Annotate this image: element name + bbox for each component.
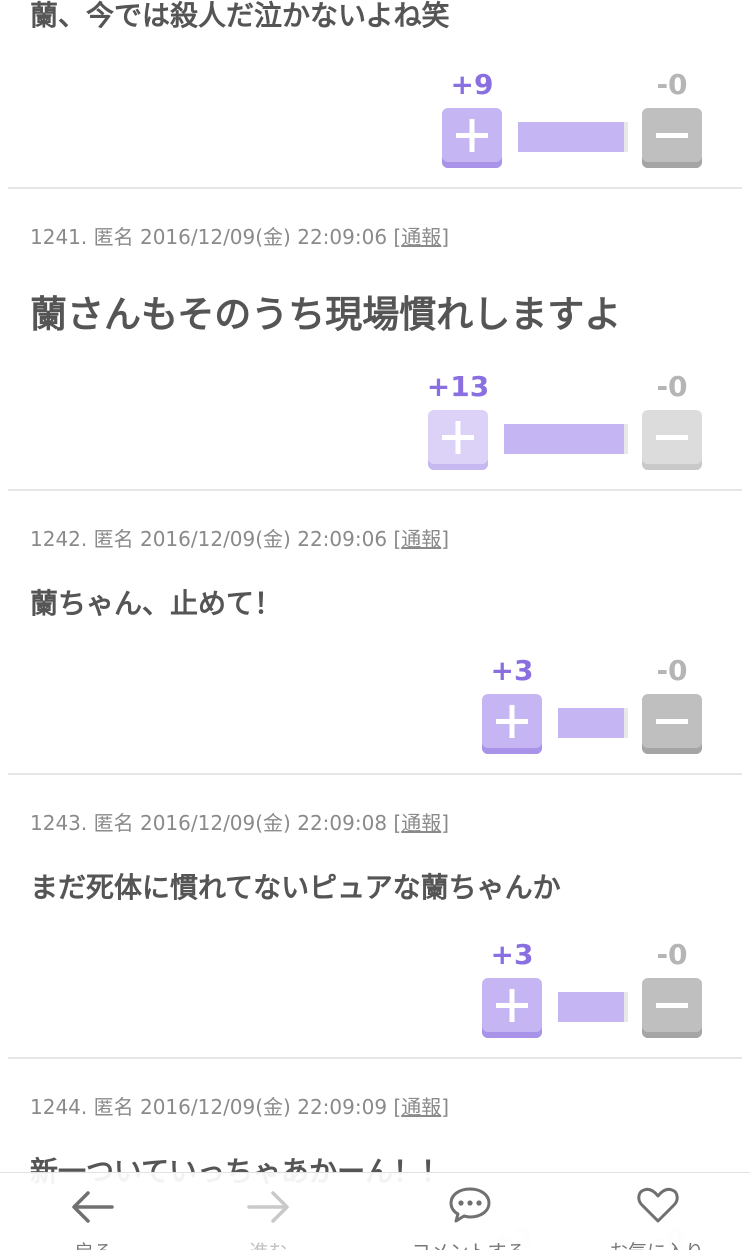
nav-forward-button[interactable]: 進む: [175, 1173, 362, 1250]
plus-icon: [496, 989, 528, 1022]
bottom-nav: 戻る 進む コメントする お気に入り: [0, 1172, 750, 1250]
plus-vote-button[interactable]: [442, 108, 502, 168]
comment-date: 2016/12/09(金) 22:09:06: [139, 225, 388, 249]
nav-favorite-label: お気に入り: [563, 1237, 750, 1250]
comment-number: 1244.: [30, 1095, 88, 1119]
comment-meta: 1244. 匿名 2016/12/09(金) 22:09:09 [通報]: [30, 1091, 449, 1120]
comment-number: 1242.: [30, 527, 88, 551]
comment-date: 2016/12/09(金) 22:09:08: [139, 811, 388, 835]
vote-ratio-bar: [518, 122, 628, 152]
minus-vote-button[interactable]: [642, 694, 702, 754]
comment-author: 匿名: [93, 811, 134, 835]
minus-vote-count: -0: [656, 370, 688, 403]
minus-vote-button[interactable]: [642, 108, 702, 168]
comment-meta: 1241. 匿名 2016/12/09(金) 22:09:06 [通報]: [30, 221, 449, 250]
arrow-right-icon: [247, 1191, 289, 1223]
nav-back-label: 戻る: [0, 1237, 187, 1250]
comment-thread-page: 蘭、今では殺人だ泣かないよね笑 +9 -0 1241. 匿名 2016/12/0…: [0, 0, 750, 1250]
comment-body: まだ死体に慣れてないピュアな蘭ちゃんか: [30, 871, 561, 904]
divider: [8, 187, 742, 189]
comment-number: 1241.: [30, 225, 88, 249]
plus-vote-button[interactable]: [428, 410, 488, 470]
minus-icon: [656, 719, 688, 724]
divider: [8, 773, 742, 775]
report-link[interactable]: 通報: [401, 225, 441, 249]
plus-icon: [442, 421, 474, 454]
plus-icon: [456, 119, 488, 152]
speech-bubble-icon: [449, 1187, 491, 1223]
nav-favorite-button[interactable]: お気に入り: [563, 1173, 750, 1250]
plus-vote-count: +3: [490, 654, 534, 687]
vote-ratio-bar: [558, 708, 628, 738]
comment-body: 蘭さんもそのうち現場慣れしますよ: [30, 293, 622, 336]
minus-icon: [656, 1003, 688, 1008]
report-link[interactable]: 通報: [401, 527, 441, 551]
nav-back-button[interactable]: 戻る: [0, 1173, 187, 1250]
plus-vote-button[interactable]: [482, 978, 542, 1038]
vote-ratio-bar: [558, 992, 628, 1022]
comment-date: 2016/12/09(金) 22:09:06: [139, 527, 388, 551]
report-bracket-close: ]: [441, 1095, 450, 1119]
comment-meta: 1243. 匿名 2016/12/09(金) 22:09:08 [通報]: [30, 807, 449, 836]
plus-vote-count: +3: [490, 938, 534, 971]
comment-author: 匿名: [93, 225, 134, 249]
minus-vote-button[interactable]: [642, 410, 702, 470]
minus-icon: [656, 133, 688, 138]
comment-body: 蘭、今では殺人だ泣かないよね笑: [30, 0, 450, 32]
comment-date: 2016/12/09(金) 22:09:09: [139, 1095, 388, 1119]
minus-icon: [656, 435, 688, 440]
plus-icon: [496, 705, 528, 738]
comment-meta: 1242. 匿名 2016/12/09(金) 22:09:06 [通報]: [30, 523, 449, 552]
minus-vote-count: -0: [656, 654, 688, 687]
divider: [8, 1057, 742, 1059]
arrow-left-icon: [72, 1191, 114, 1223]
nav-forward-label: 進む: [175, 1237, 362, 1250]
report-bracket-close: ]: [441, 811, 450, 835]
heart-icon: [637, 1187, 679, 1223]
comment-author: 匿名: [93, 527, 134, 551]
comment-number: 1243.: [30, 811, 88, 835]
plus-vote-count: +13: [426, 370, 490, 403]
nav-comment-label: コメントする: [375, 1237, 562, 1250]
comment-author: 匿名: [93, 1095, 134, 1119]
minus-vote-button[interactable]: [642, 978, 702, 1038]
divider: [8, 489, 742, 491]
vote-ratio-bar: [504, 424, 628, 454]
plus-vote-button[interactable]: [482, 694, 542, 754]
report-link[interactable]: 通報: [401, 1095, 441, 1119]
nav-comment-button[interactable]: コメントする: [375, 1173, 562, 1250]
minus-vote-count: -0: [656, 938, 688, 971]
minus-vote-count: -0: [656, 68, 688, 101]
report-bracket-close: ]: [441, 225, 450, 249]
report-link[interactable]: 通報: [401, 811, 441, 835]
plus-vote-count: +9: [450, 68, 494, 101]
report-bracket-close: ]: [441, 527, 450, 551]
comment-body: 蘭ちゃん、止めて！: [30, 587, 283, 620]
